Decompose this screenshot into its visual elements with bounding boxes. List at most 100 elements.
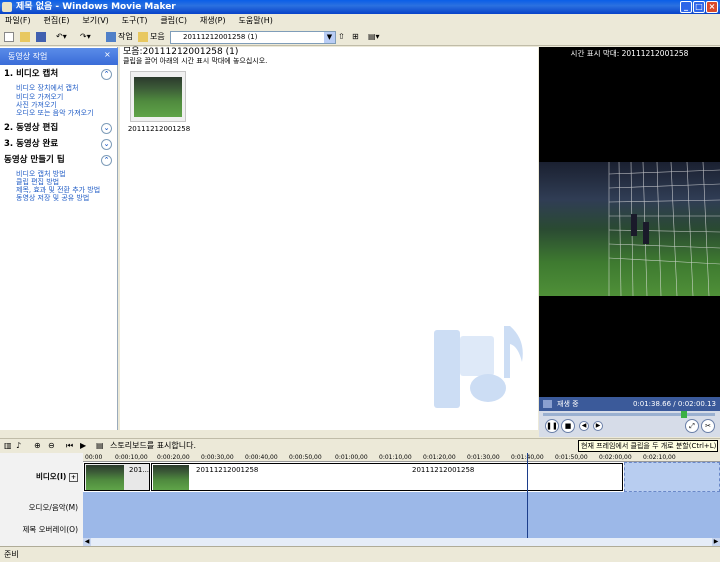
storyboard-toggle[interactable]: 스토리보드를 표시합니다. bbox=[110, 439, 196, 453]
menu-view[interactable]: 보기(V) bbox=[77, 14, 113, 28]
empty-track-area[interactable] bbox=[624, 462, 720, 492]
video-track[interactable]: 201... 20111212001258 20111212001258 bbox=[83, 462, 720, 492]
movie-maker-logo bbox=[434, 326, 523, 408]
scroll-right-icon[interactable]: ▶ bbox=[712, 538, 720, 546]
menu-file[interactable]: 파일(F) bbox=[0, 14, 36, 28]
link-capture-device[interactable]: 비디오 장치에서 캡처 bbox=[16, 84, 78, 92]
ruler-tick: 0:00:50,00 bbox=[289, 454, 322, 461]
stop-icon[interactable]: ■ bbox=[561, 419, 575, 433]
task-pane-close-icon[interactable]: × bbox=[104, 50, 111, 59]
section-edit[interactable]: 2. 동영상 편집 ⌄ bbox=[0, 122, 118, 135]
title-overlay-track[interactable] bbox=[83, 520, 720, 538]
redo-icon[interactable]: ↷▾ bbox=[80, 30, 91, 44]
collection-value: 20111212001258 (1) bbox=[183, 33, 258, 41]
play-timeline-icon[interactable]: ▶ bbox=[80, 439, 86, 453]
new-folder-icon[interactable]: ⊞ bbox=[352, 30, 359, 44]
link-import-audio[interactable]: 오디오 또는 음악 가져오기 bbox=[16, 109, 94, 117]
collections-label: 모음 bbox=[150, 32, 165, 41]
ruler-tick: 0:01:20,00 bbox=[423, 454, 456, 461]
collection-dropdown[interactable]: 20111212001258 (1) ▼ bbox=[170, 31, 336, 44]
link-import-pictures[interactable]: 사진 가져오기 bbox=[16, 101, 57, 109]
seek-bar[interactable] bbox=[543, 411, 715, 418]
status-text: 준비 bbox=[4, 550, 19, 559]
menu-tools[interactable]: 도구(T) bbox=[117, 14, 153, 28]
expand-icon[interactable]: + bbox=[68, 473, 78, 482]
maximize-button[interactable]: □ bbox=[693, 1, 705, 13]
up-folder-icon[interactable]: ⇧ bbox=[338, 30, 345, 44]
section-finish-title: 3. 동영상 완료 bbox=[4, 139, 59, 149]
chevron-up-icon[interactable]: ⌃ bbox=[101, 155, 112, 166]
ruler-tick: 0:01:10,00 bbox=[379, 454, 412, 461]
ruler-tick: 0:01:50,00 bbox=[555, 454, 588, 461]
rewind-icon[interactable]: ⏮ bbox=[66, 439, 73, 453]
clip-image bbox=[153, 465, 189, 490]
collection-subtitle: 클립을 끌어 아래의 시간 표시 막대에 놓으십시오. bbox=[123, 57, 268, 65]
section-tips-title: 동영상 만들기 팁 bbox=[4, 155, 65, 165]
save-project-icon[interactable] bbox=[36, 30, 48, 44]
chevron-down-icon[interactable]: ▼ bbox=[324, 32, 335, 43]
section-finish[interactable]: 3. 동영상 완료 ⌄ bbox=[0, 138, 118, 151]
clip-thumbnail[interactable] bbox=[130, 71, 186, 122]
close-button[interactable]: × bbox=[706, 1, 718, 13]
section-tips[interactable]: 동영상 만들기 팁 ⌃ bbox=[0, 154, 118, 167]
scroll-left-icon[interactable]: ◀ bbox=[83, 538, 91, 546]
section-edit-title: 2. 동영상 편집 bbox=[4, 123, 59, 133]
preview-title: 시간 표시 막대: 20111212001258 bbox=[570, 49, 689, 58]
forward-icon[interactable]: ▶ bbox=[593, 421, 603, 431]
zoom-in-icon[interactable]: ⊕ bbox=[34, 439, 41, 453]
storyboard-icon[interactable]: ▤ bbox=[96, 439, 104, 453]
track-label-title: 제목 오버레이(O) bbox=[22, 525, 78, 534]
preview-video bbox=[539, 162, 720, 296]
collections-button[interactable]: 모음 bbox=[138, 30, 165, 44]
views-icon[interactable]: ▤▾ bbox=[368, 30, 380, 44]
split-icon[interactable]: ✂ bbox=[701, 419, 715, 433]
clip-image bbox=[134, 77, 182, 117]
app-icon bbox=[2, 2, 12, 12]
clip-name: 20111212001258 bbox=[412, 466, 475, 474]
zoom-out-icon[interactable]: ⊖ bbox=[48, 439, 55, 453]
ruler-tick: 0:00:20,00 bbox=[157, 454, 190, 461]
back-icon[interactable]: ◀ bbox=[579, 421, 589, 431]
pause-icon[interactable]: ❚❚ bbox=[545, 419, 559, 433]
menu-help[interactable]: 도움말(H) bbox=[234, 14, 278, 28]
clip-name: 20111212001258 bbox=[196, 466, 259, 474]
open-project-icon[interactable] bbox=[20, 30, 32, 44]
audio-level-icon[interactable]: ♪ bbox=[16, 439, 21, 453]
section-capture[interactable]: 1. 비디오 캡처 ⌃ bbox=[0, 68, 118, 81]
timeline-ruler[interactable]: 00:00 0:00:10,00 0:00:20,00 0:00:30,00 0… bbox=[83, 453, 720, 462]
link-tip-capture[interactable]: 비디오 캡처 방법 bbox=[16, 170, 66, 178]
timeline-icon[interactable]: ▥ bbox=[4, 439, 12, 453]
playhead[interactable] bbox=[527, 453, 528, 538]
goal-net-graphic bbox=[608, 162, 720, 296]
menu-edit[interactable]: 편집(E) bbox=[38, 14, 74, 28]
tasks-label: 작업 bbox=[118, 32, 133, 41]
timeline-scrollbar[interactable]: ◀ ▶ bbox=[83, 538, 720, 546]
menu-play[interactable]: 재생(P) bbox=[195, 14, 231, 28]
minimize-button[interactable]: _ bbox=[680, 1, 692, 13]
link-tip-effects[interactable]: 제목, 효과 및 전환 추가 방법 bbox=[16, 186, 100, 194]
track-video-name: 비디오(I) bbox=[35, 472, 67, 481]
seek-thumb[interactable] bbox=[681, 411, 687, 418]
menu-clip[interactable]: 클립(C) bbox=[155, 14, 192, 28]
link-tip-save[interactable]: 동영상 저장 및 공유 방법 bbox=[16, 194, 89, 202]
fullscreen-icon[interactable]: ⤢ bbox=[685, 419, 699, 433]
chevron-up-icon[interactable]: ⌃ bbox=[101, 69, 112, 80]
link-tip-edit[interactable]: 클립 편집 방법 bbox=[16, 178, 59, 186]
tasks-button[interactable]: 작업 bbox=[106, 30, 133, 44]
preview-status-bar: 재생 중 0:01:38.66 / 0:02:00.13 bbox=[539, 397, 720, 411]
undo-icon[interactable]: ↶▾ bbox=[56, 30, 67, 44]
playback-time: 0:01:38.66 / 0:02:00.13 bbox=[632, 400, 716, 408]
video-clip[interactable]: 201... bbox=[84, 463, 150, 491]
menu-bar: 파일(F) 편집(E) 보기(V) 도구(T) 클립(C) 재생(P) 도움말(… bbox=[0, 14, 720, 28]
chevron-down-icon[interactable]: ⌄ bbox=[101, 139, 112, 150]
audio-track[interactable] bbox=[83, 492, 720, 520]
new-project-icon[interactable] bbox=[4, 30, 16, 44]
video-clip[interactable]: 20111212001258 20111212001258 bbox=[151, 463, 623, 491]
ruler-tick: 0:00:40,00 bbox=[245, 454, 278, 461]
chevron-down-icon[interactable]: ⌄ bbox=[101, 123, 112, 134]
section-capture-title: 1. 비디오 캡처 bbox=[4, 69, 59, 79]
monitor-icon bbox=[543, 400, 552, 408]
ruler-tick: 0:00:30,00 bbox=[201, 454, 234, 461]
link-import-video[interactable]: 비디오 가져오기 bbox=[16, 93, 63, 101]
ruler-tick: 0:02:00,00 bbox=[599, 454, 632, 461]
